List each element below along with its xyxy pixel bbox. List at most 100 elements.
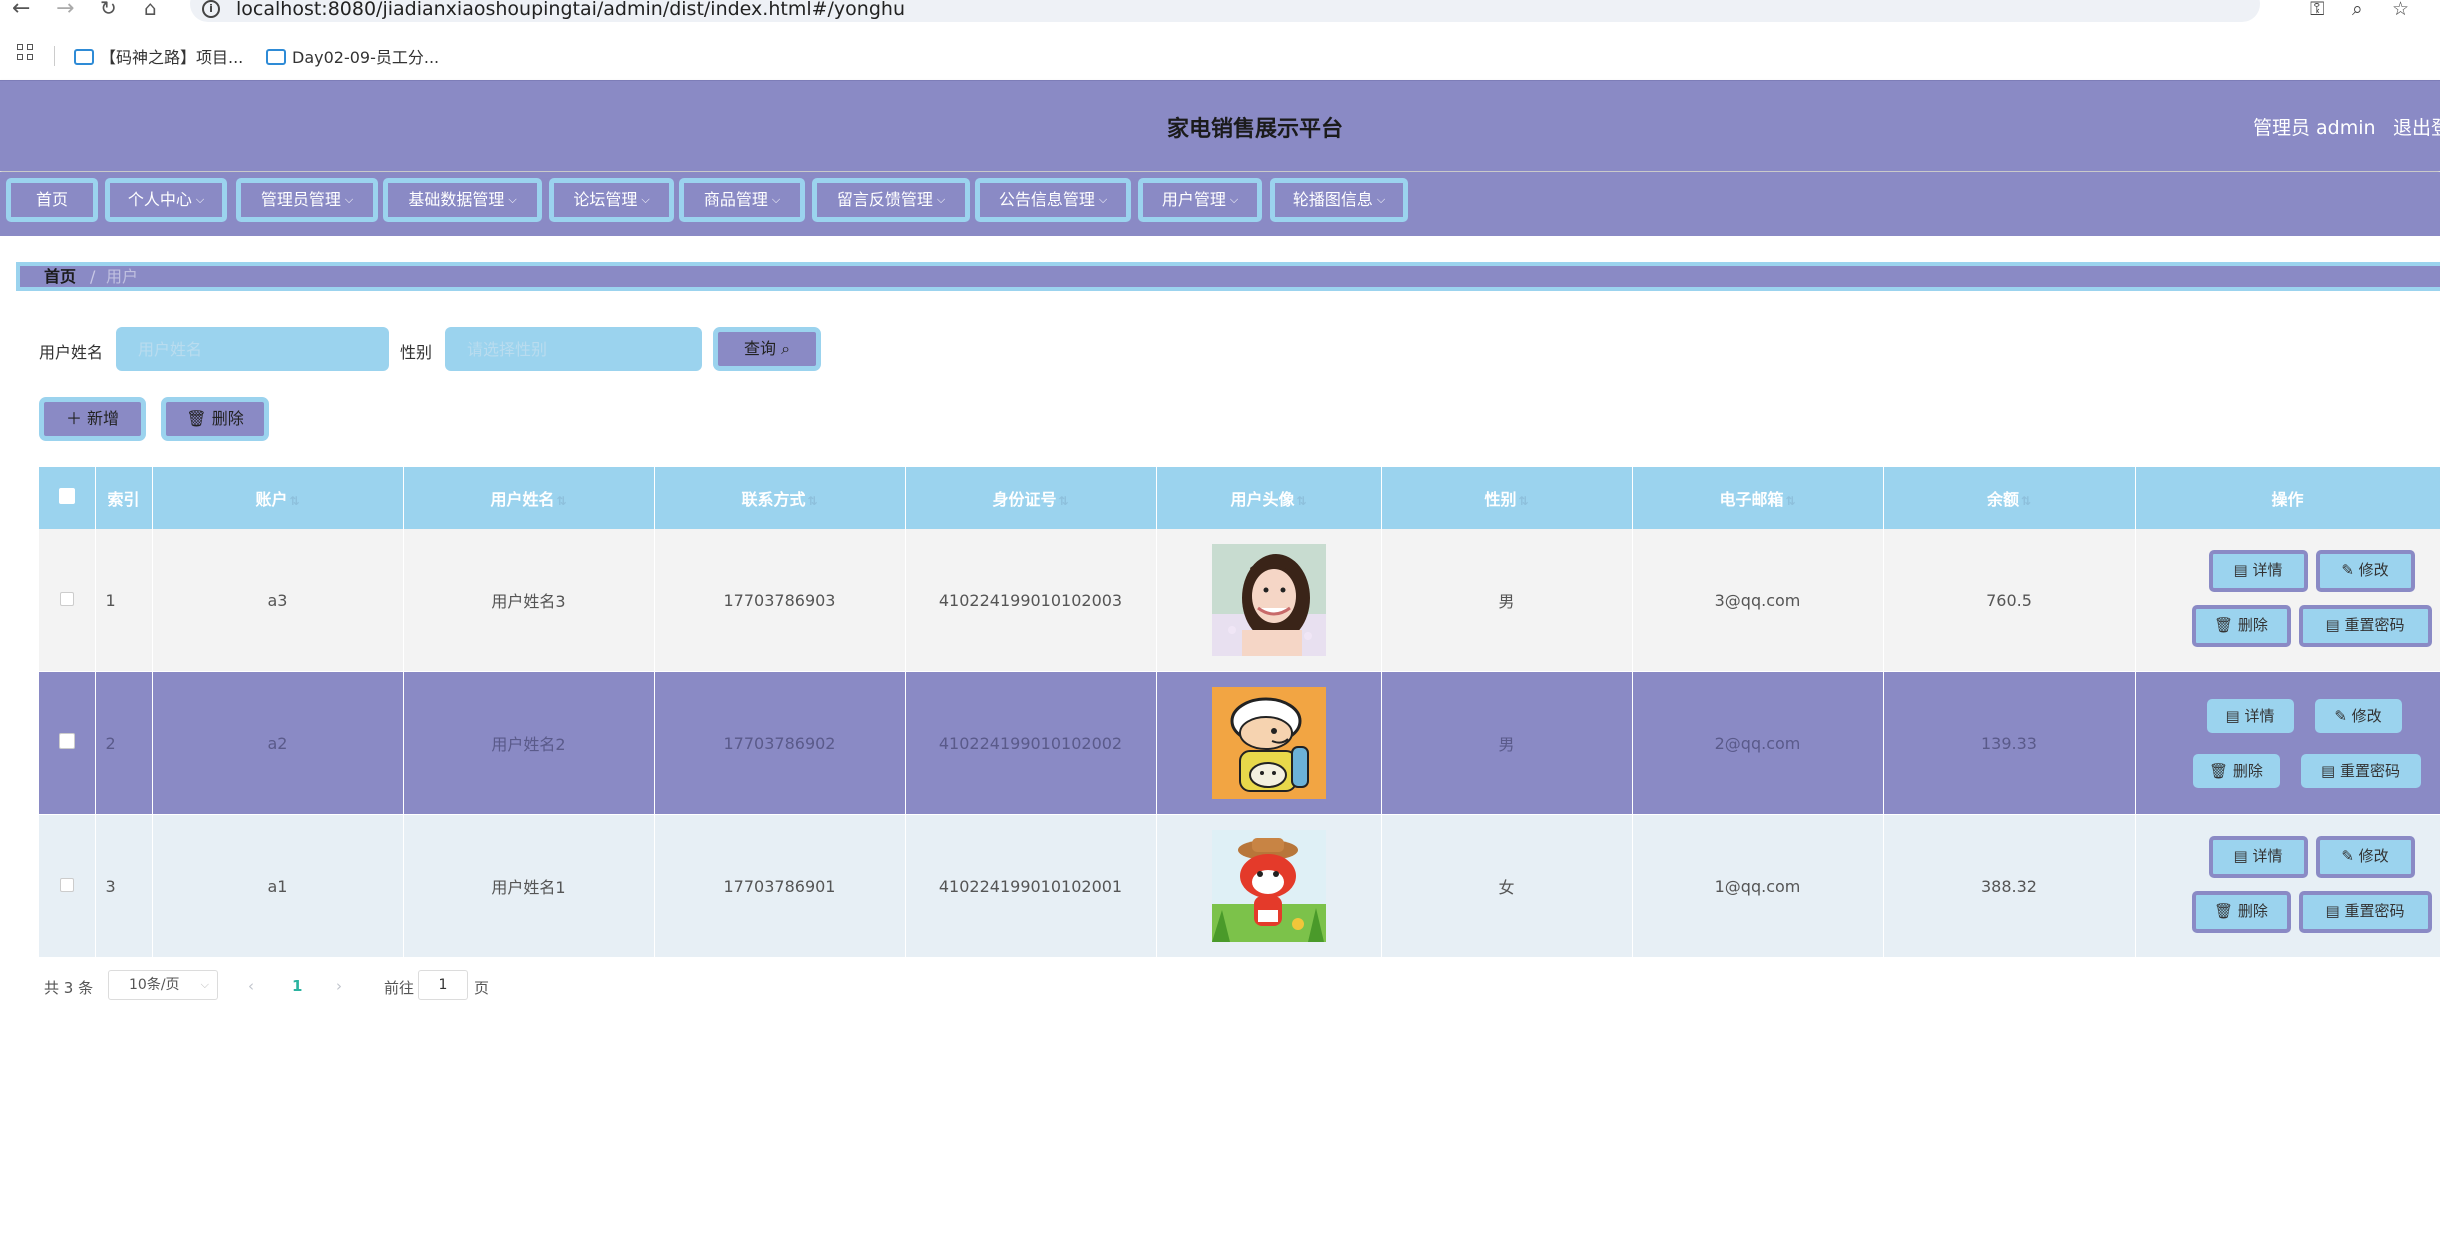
forward-arrow-icon[interactable]: → — [56, 0, 74, 21]
logout-link[interactable]: 退出登 — [2393, 113, 2440, 140]
reload-icon[interactable]: ↻ — [100, 0, 117, 20]
document-icon: ▤ — [2321, 762, 2336, 780]
detail-button[interactable]: ▤ 详情 — [2206, 699, 2294, 733]
app-header: 家电销售展示平台 管理员 admin 退出登 — [0, 80, 2440, 171]
column-header[interactable]: 用户姓名 ⇅ — [403, 467, 655, 529]
admin-user-label: 管理员 admin — [2253, 117, 2376, 139]
id-number-cell: 410224199010102003 — [905, 529, 1157, 672]
detail-button[interactable]: ▤ 详情 — [2208, 836, 2308, 878]
sort-icon[interactable]: ⇅ — [1518, 494, 1528, 508]
table-row: 2 a2 用户姓名2 17703786902 41022419901010200… — [39, 671, 2440, 815]
gender-select[interactable] — [445, 327, 702, 371]
query-button[interactable]: 查询 ⌕ — [713, 327, 821, 371]
bookmark-divider — [54, 46, 55, 66]
back-arrow-icon[interactable]: ← — [12, 0, 30, 21]
gender-cell: 女 — [1381, 814, 1633, 958]
reset-password-button[interactable]: ▤ 重置密码 — [2298, 605, 2432, 647]
avatar-girl-image[interactable] — [1211, 544, 1326, 656]
chevron-down-icon: ⌵ — [200, 978, 209, 991]
home-icon[interactable]: ⌂ — [144, 0, 157, 20]
page-number-current[interactable]: 1 — [292, 977, 302, 995]
breadcrumb: 首页 / 用户 — [16, 262, 2440, 291]
page-suffix: 页 — [474, 979, 490, 997]
app-title: 家电销售展示平台 — [1166, 117, 1343, 142]
password-key-icon[interactable]: ⚿ — [2310, 0, 2324, 20]
column-header[interactable]: 账户 ⇅ — [152, 467, 404, 529]
nav-home[interactable]: 首页 — [6, 178, 98, 222]
select-all-checkbox[interactable] — [58, 488, 75, 504]
bookmark-star-icon[interactable]: ☆ — [2392, 0, 2409, 20]
email-cell: 2@qq.com — [1632, 671, 1884, 815]
sort-icon[interactable]: ⇅ — [556, 494, 566, 508]
sort-icon[interactable]: ⇅ — [1296, 494, 1306, 508]
nav-notice-management[interactable]: 公告信息管理 ⌵ — [975, 178, 1131, 222]
edit-button[interactable]: ✎ 修改 — [2314, 699, 2402, 733]
row-checkbox[interactable] — [58, 733, 75, 749]
nav-carousel-info[interactable]: 轮播图信息 ⌵ — [1270, 178, 1408, 222]
site-info-icon[interactable]: i — [202, 0, 220, 18]
reset-password-button[interactable]: ▤ 重置密码 — [2300, 754, 2421, 788]
sort-icon[interactable]: ⇅ — [289, 494, 299, 508]
column-header[interactable]: 用户头像 ⇅ — [1156, 467, 1382, 529]
column-header[interactable]: 电子邮箱 ⇅ — [1632, 467, 1884, 529]
detail-button[interactable]: ▤ 详情 — [2208, 550, 2308, 592]
sort-icon[interactable]: ⇅ — [1785, 494, 1795, 508]
user-name-input[interactable] — [116, 327, 389, 371]
nav-user-management[interactable]: 用户管理 ⌵ — [1138, 178, 1262, 222]
url-text[interactable]: localhost:8080/jiadianxiaoshoupingtai/ad… — [236, 0, 905, 20]
column-header[interactable]: 联系方式 ⇅ — [654, 467, 906, 529]
nav-personal-center[interactable]: 个人中心 ⌵ — [105, 178, 227, 222]
sort-icon[interactable]: ⇅ — [2021, 494, 2031, 508]
nav-feedback-management[interactable]: 留言反馈管理 ⌵ — [812, 178, 970, 222]
email-cell: 3@qq.com — [1632, 529, 1884, 672]
avatar-cartoon-fox-image[interactable] — [1211, 830, 1326, 942]
column-header[interactable]: 性别 ⇅ — [1381, 467, 1633, 529]
edit-button[interactable]: ✎ 修改 — [2315, 836, 2415, 878]
chevron-down-icon: ⌵ — [771, 193, 781, 206]
zoom-icon[interactable]: ⌕ — [2352, 0, 2363, 20]
delete-button[interactable]: 🗑 删除 — [2192, 754, 2280, 788]
user-name-input-wrap — [116, 327, 389, 371]
trash-icon: 🗑 — [2214, 616, 2234, 634]
delete-button[interactable]: 🗑 删除 — [2191, 891, 2291, 933]
nav-product-management[interactable]: 商品管理 ⌵ — [679, 178, 805, 222]
prev-page-icon[interactable]: ‹ — [248, 977, 254, 995]
next-page-icon[interactable]: › — [336, 977, 342, 995]
breadcrumb-home[interactable]: 首页 — [44, 266, 76, 287]
row-checkbox[interactable] — [59, 877, 74, 892]
nav-basic-data-management[interactable]: 基础数据管理 ⌵ — [383, 178, 542, 222]
column-header[interactable]: 身份证号 ⇅ — [905, 467, 1157, 529]
nav-admin-management[interactable]: 管理员管理 ⌵ — [236, 178, 378, 222]
add-button[interactable]: ＋ 新增 — [39, 397, 146, 441]
nav-forum-management[interactable]: 论坛管理 ⌵ — [549, 178, 674, 222]
avatar-cartoon-boy-image[interactable] — [1211, 687, 1326, 799]
reset-password-button[interactable]: ▤ 重置密码 — [2298, 891, 2432, 933]
row-checkbox[interactable] — [59, 591, 74, 606]
gender-cell: 男 — [1381, 671, 1633, 815]
goto-page-input[interactable]: 1 — [418, 970, 468, 1000]
index-cell: 2 — [95, 671, 153, 815]
gender-label: 性别 — [400, 343, 433, 362]
bookmark-item[interactable]: 【码神之路】项目... — [74, 44, 243, 68]
index-cell: 1 — [95, 529, 153, 672]
row-select-cell — [39, 529, 96, 672]
page-size-select[interactable]: 10条/页 ⌵ — [108, 970, 218, 1000]
delete-button[interactable]: 🗑 删除 — [2191, 605, 2291, 647]
batch-delete-button[interactable]: 🗑 删除 — [161, 397, 269, 441]
chevron-down-icon: ⌵ — [641, 193, 650, 206]
document-icon: ▤ — [2325, 616, 2340, 634]
chevron-down-icon: ⌵ — [1098, 193, 1108, 206]
sort-icon[interactable]: ⇅ — [807, 494, 817, 508]
column-header: 操作 — [2135, 467, 2440, 529]
column-header: 索引 — [95, 467, 153, 529]
apps-grid-icon[interactable] — [17, 44, 35, 62]
column-header[interactable]: 余额 ⇅ — [1883, 467, 2136, 529]
bilibili-icon — [266, 49, 286, 65]
chevron-down-icon: ⌵ — [936, 193, 946, 206]
pagination-total: 共 3 条 — [44, 979, 94, 997]
table-row: 3 a1 用户姓名1 17703786901 41022419901010200… — [39, 814, 2440, 958]
edit-button[interactable]: ✎ 修改 — [2315, 550, 2415, 592]
sort-icon[interactable]: ⇅ — [1058, 494, 1068, 508]
chevron-down-icon: ⌵ — [195, 193, 205, 206]
bookmark-item[interactable]: Day02-09-员工分... — [266, 44, 439, 68]
